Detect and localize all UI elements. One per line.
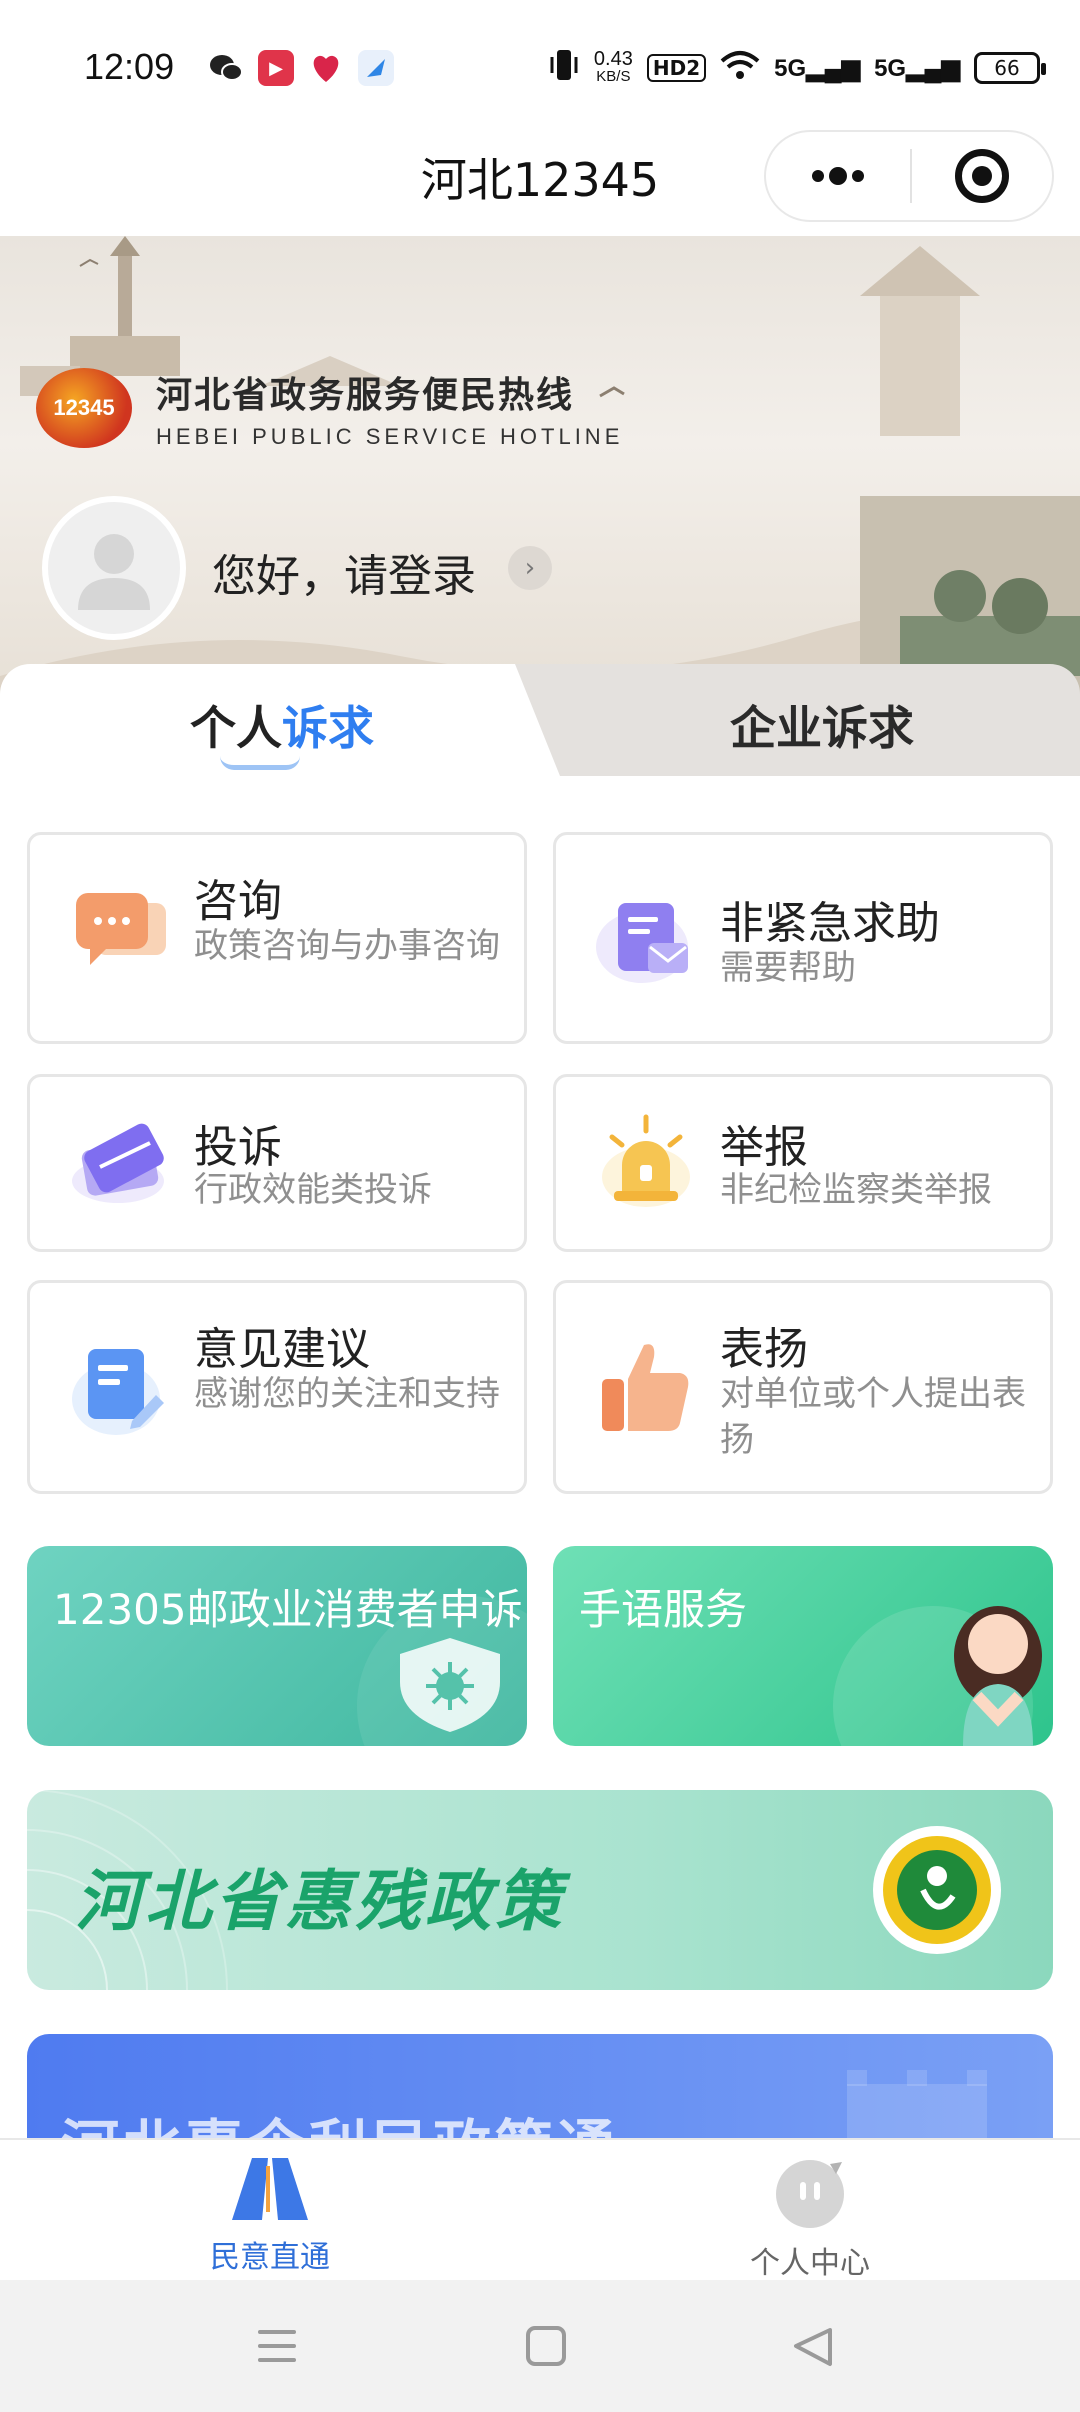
signal-2: 5G▂▄▆ — [874, 54, 960, 82]
status-time: 12:09 — [84, 46, 175, 87]
signal-2-label: 5G — [874, 54, 907, 82]
nav-home-label: 民意直通 — [210, 2240, 330, 2275]
status-indicators: 0.43 KB/S HD2 5G▂▄▆ 5G▂▄▆ 66 — [548, 48, 1046, 88]
service-title: 表扬 — [720, 1324, 808, 1375]
card-send-icon — [72, 1123, 164, 1203]
network-speed: 0.43 KB/S — [593, 48, 633, 86]
disability-policy-banner[interactable]: 河北省惠残政策 — [27, 1790, 1053, 1990]
nav-item-home[interactable]: 民意直通 — [150, 2156, 390, 2276]
avatar[interactable] — [42, 496, 186, 640]
system-nav-icons — [258, 2326, 832, 2366]
service-desc: 感谢您的关注和支持 — [194, 1374, 500, 1414]
user-placeholder-icon — [78, 534, 150, 610]
service-desc: 行政效能类投诉 — [194, 1170, 432, 1210]
logo-title-cn: 河北省政务服务便民热线 — [156, 375, 575, 416]
chat-bubble-icon — [76, 893, 166, 965]
hd-badge: HD2 — [646, 54, 707, 82]
signal-1-label: 5G — [774, 54, 807, 82]
more-dots-icon[interactable] — [766, 132, 910, 220]
tab-enterprise-label[interactable]: 企业诉求 — [730, 692, 914, 758]
landmark-illustration — [0, 236, 1080, 696]
bottom-nav: 民意直通 个人中心 — [0, 2138, 1080, 2282]
back-triangle-icon[interactable] — [794, 2328, 832, 2366]
edit-document-icon — [72, 1349, 164, 1435]
disability-policy-label: 河北省惠残政策 — [75, 1863, 565, 1940]
blue-app-icon — [358, 50, 394, 86]
signal-1: 5G▂▄▆ — [774, 54, 861, 82]
sign-language-label: 手语服务 — [579, 1585, 748, 1634]
status-bar: 12:09 ▶ 0.43 KB/S HD2 5G▂▄▆ 5G▂▄▆ 66 — [0, 0, 1080, 130]
hotline-logo: 12345 河北省政务服务便民热线 HEBEI PUBLIC SERVICE H… — [36, 366, 623, 450]
service-card-complaint[interactable]: 投诉 行政效能类投诉 — [27, 1074, 527, 1252]
tab-active-indicator — [220, 756, 300, 770]
tab-personal-label-part1: 个人 — [190, 701, 282, 755]
service-title: 非紧急求助 — [720, 898, 940, 949]
document-mail-icon — [596, 903, 688, 983]
target-close-icon — [955, 149, 1009, 203]
login-prompt[interactable]: 您好，请登录 — [212, 540, 476, 604]
logo-badge: 12345 — [36, 368, 132, 448]
system-navigation-bar — [0, 2280, 1080, 2412]
video-app-icon: ▶ — [258, 50, 294, 86]
speed-value: 0.43 — [593, 48, 633, 70]
mini-program-capsule — [764, 130, 1054, 222]
heart-app-icon — [308, 50, 344, 86]
close-target-button[interactable] — [912, 149, 1052, 203]
postal-complaint-banner[interactable]: 12305邮政业消费者申诉 — [27, 1546, 527, 1746]
wechat-icon — [208, 50, 244, 86]
service-desc: 需要帮助 — [720, 948, 856, 988]
home-square-icon[interactable] — [526, 2326, 566, 2366]
speed-unit: KB/S — [596, 68, 631, 85]
service-title: 意见建议 — [194, 1324, 370, 1375]
service-desc: 政策咨询与办事咨询 — [194, 926, 500, 966]
thumbs-up-icon — [602, 1344, 689, 1431]
sign-language-banner[interactable]: 手语服务 — [553, 1546, 1053, 1746]
menu-icon[interactable] — [258, 2330, 296, 2362]
profile-chat-icon — [776, 2160, 844, 2228]
wifi-icon — [720, 49, 760, 87]
appeal-tabs: 个人诉求 企业诉求 — [0, 664, 1080, 776]
service-card-suggestion[interactable]: 意见建议 感谢您的关注和支持 — [27, 1280, 527, 1494]
title-bar: 河北12345 — [0, 130, 1080, 236]
service-card-consult[interactable]: 咨询 政策咨询与办事咨询 — [27, 832, 527, 1044]
postal-complaint-label: 12305邮政业消费者申诉 — [53, 1585, 523, 1634]
nav-profile-label: 个人中心 — [750, 2246, 870, 2281]
service-title: 咨询 — [194, 876, 282, 927]
service-desc: 非纪检监察类举报 — [720, 1170, 992, 1210]
tab-personal-label[interactable]: 个人诉求 — [190, 692, 374, 758]
status-app-icons: ▶ — [208, 50, 394, 86]
road-icon — [232, 2158, 308, 2220]
battery-level: 66 — [994, 56, 1020, 80]
logo-title-en: HEBEI PUBLIC SERVICE HOTLINE — [156, 424, 624, 449]
vibrate-icon — [548, 48, 580, 88]
battery-icon: 66 — [974, 52, 1046, 84]
service-card-help[interactable]: 非紧急求助 需要帮助 — [553, 832, 1053, 1044]
logo-text: 河北省政务服务便民热线 HEBEI PUBLIC SERVICE HOTLINE — [156, 366, 623, 450]
service-title: 投诉 — [194, 1122, 282, 1173]
tab-personal-label-part2: 诉求 — [282, 701, 374, 755]
hero-banner: 12345 河北省政务服务便民热线 HEBEI PUBLIC SERVICE H… — [0, 236, 1080, 696]
service-title: 举报 — [720, 1122, 808, 1173]
service-card-praise[interactable]: 表扬 对单位或个人提出表扬 — [553, 1280, 1053, 1494]
service-card-report[interactable]: 举报 非纪检监察类举报 — [553, 1074, 1053, 1252]
nav-item-profile[interactable]: 个人中心 — [690, 2156, 930, 2282]
chevron-right-icon[interactable]: › — [508, 546, 552, 590]
alarm-light-icon — [602, 1114, 690, 1207]
service-desc: 对单位或个人提出表扬 — [720, 1374, 1026, 1460]
